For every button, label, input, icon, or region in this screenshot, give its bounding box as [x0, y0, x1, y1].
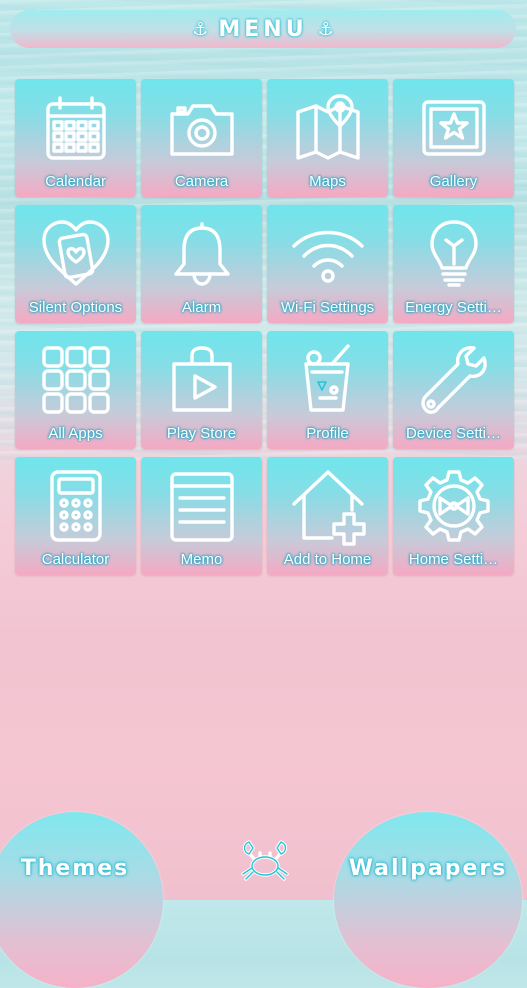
- lightbulb-icon: [393, 215, 514, 293]
- wrench-icon: [393, 341, 514, 419]
- app-label: All Apps: [48, 425, 103, 442]
- app-label: Gallery: [429, 173, 478, 190]
- app-play-store[interactable]: Play Store: [141, 331, 262, 449]
- app-add-to-home[interactable]: Add to Home: [267, 457, 388, 575]
- gallery-icon: [393, 89, 514, 167]
- app-label: Calculator: [41, 551, 110, 568]
- bell-icon: [141, 215, 262, 293]
- phone-heart-icon: [15, 215, 136, 293]
- app-alarm[interactable]: Alarm: [141, 205, 262, 323]
- gear-bow-icon: [393, 467, 514, 545]
- crab-icon: [241, 840, 289, 881]
- app-wifi-settings[interactable]: Wi-Fi Settings: [267, 205, 388, 323]
- shopping-bag-play-icon: [141, 341, 262, 419]
- app-label: Calendar: [45, 173, 106, 190]
- app-maps[interactable]: Maps: [267, 79, 388, 197]
- calculator-icon: [15, 467, 136, 545]
- app-all-apps[interactable]: All Apps: [15, 331, 136, 449]
- wallpapers-button[interactable]: Wallpapers: [334, 812, 522, 988]
- app-grid: Calendar Camera Maps Gallery Silent Opti…: [15, 79, 514, 575]
- camera-icon: [141, 89, 262, 167]
- app-label: Maps: [309, 173, 346, 190]
- menu-title: MENU: [218, 16, 308, 42]
- app-label: Wi-Fi Settings: [280, 299, 375, 316]
- anchor-icon: ⚓: [192, 18, 209, 40]
- drink-cup-icon: [267, 341, 388, 419]
- themes-button[interactable]: Themes: [0, 812, 163, 988]
- app-label: Camera: [174, 173, 229, 190]
- app-silent-options[interactable]: Silent Options: [15, 205, 136, 323]
- map-icon: [267, 89, 388, 167]
- app-label: Device Setti…: [405, 425, 502, 442]
- menu-header: ⚓ MENU ⚓: [10, 10, 516, 48]
- app-label: Add to Home: [283, 551, 372, 568]
- app-label: Memo: [180, 551, 223, 568]
- house-plus-icon: [267, 467, 388, 546]
- app-label: Silent Options: [28, 299, 123, 316]
- app-label: Energy Setti…: [405, 299, 502, 316]
- wallpapers-label: Wallpapers: [348, 856, 508, 881]
- anchor-icon: ⚓: [317, 18, 334, 40]
- app-profile[interactable]: Profile: [267, 331, 388, 449]
- memo-icon: [141, 467, 262, 545]
- app-calculator[interactable]: Calculator: [15, 457, 136, 575]
- app-gallery[interactable]: Gallery: [393, 79, 514, 197]
- app-camera[interactable]: Camera: [141, 79, 262, 197]
- grid-icon: [15, 341, 136, 419]
- wifi-icon: [267, 215, 388, 293]
- app-label: Play Store: [166, 425, 237, 442]
- app-energy-settings[interactable]: Energy Setti…: [393, 205, 514, 323]
- themes-label: Themes: [20, 856, 130, 881]
- app-label: Alarm: [181, 299, 222, 316]
- app-memo[interactable]: Memo: [141, 457, 262, 575]
- app-calendar[interactable]: Calendar: [15, 79, 136, 197]
- app-label: Home Setti…: [408, 551, 499, 568]
- app-device-settings[interactable]: Device Setti…: [393, 331, 514, 449]
- app-label: Profile: [306, 425, 349, 442]
- calendar-icon: [15, 89, 136, 167]
- app-home-settings[interactable]: Home Setti…: [393, 457, 514, 575]
